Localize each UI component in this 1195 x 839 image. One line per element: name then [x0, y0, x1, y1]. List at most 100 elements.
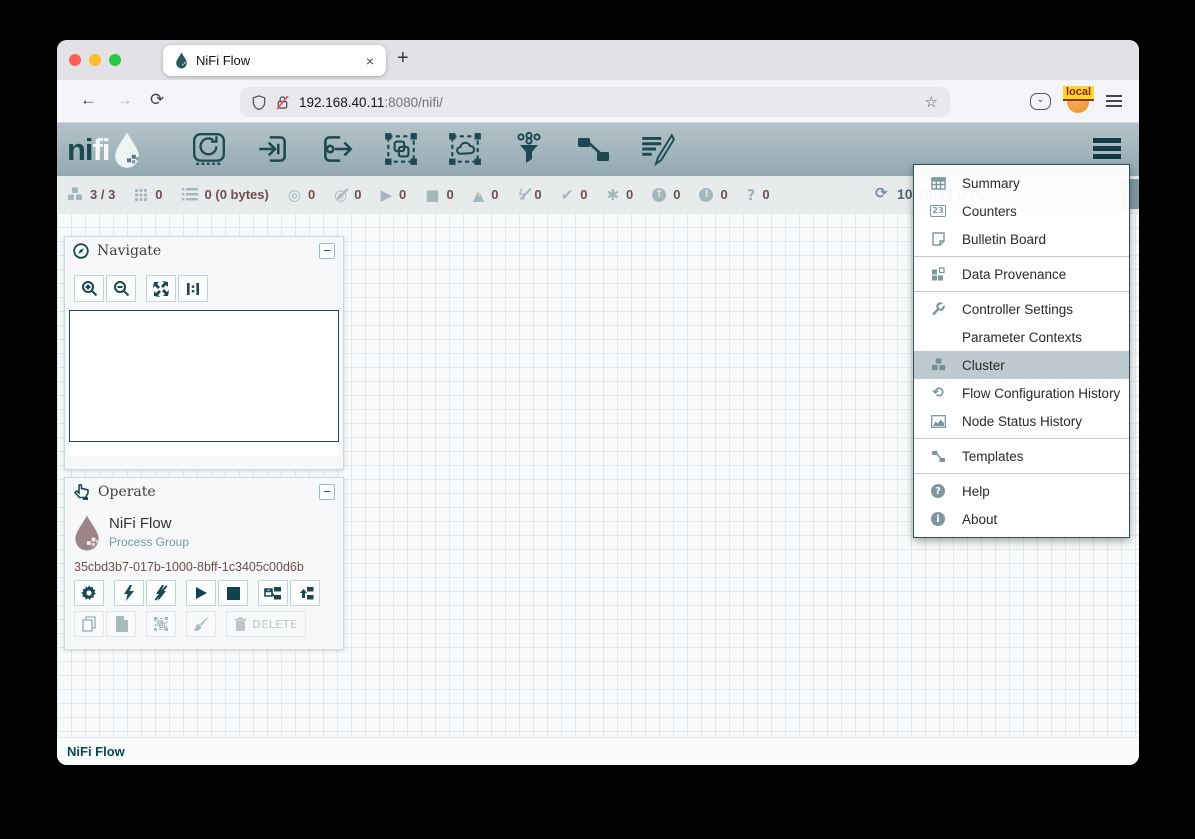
cluster-icon [928, 358, 948, 372]
zoom-fit-button[interactable] [146, 275, 176, 302]
not-transmitting-count: 0 [354, 187, 361, 202]
nifi-logo: nifi [67, 131, 142, 169]
process-group-component[interactable] [382, 130, 420, 168]
running-icon: ▶ [381, 186, 393, 204]
menu-item-help[interactable]: ? Help [914, 477, 1129, 505]
window-close-button[interactable] [69, 54, 81, 66]
window-minimize-button[interactable] [89, 54, 101, 66]
firefox-menu-icon[interactable] [1106, 95, 1122, 111]
tab-close-icon[interactable]: × [366, 53, 374, 69]
navigate-collapse-button[interactable]: − [319, 243, 335, 259]
queued-count: 0 (0 bytes) [205, 187, 269, 202]
selected-flow-id[interactable]: 35cbd3b7-017b-1000-8bff-1c3405c00d6b [74, 560, 304, 574]
url-path: :8080/nifi/ [384, 95, 443, 110]
locally-modified-icon: ✱ [606, 186, 619, 204]
menu-item-templates[interactable]: Templates [914, 442, 1129, 470]
remote-process-group-component[interactable] [446, 130, 484, 168]
browser-tab[interactable]: NiFi Flow × [163, 45, 386, 76]
sync-failure-icon: ? [747, 186, 756, 204]
nifi-global-menu: Summary 23 Counters Bulletin Board Data … [913, 164, 1130, 538]
disabled-icon: ϟ [517, 186, 527, 204]
forward-button: → [116, 90, 133, 110]
about-icon: i [928, 512, 948, 526]
transmitting-count: 0 [308, 187, 315, 202]
label-component[interactable] [638, 130, 676, 168]
operate-collapse-button[interactable]: − [319, 484, 335, 500]
start-button[interactable] [186, 580, 216, 606]
menu-item-node-status-history[interactable]: Node Status History [914, 407, 1129, 435]
data-provenance-icon [928, 267, 948, 281]
browser-window: NiFi Flow × + ← → ⟳ 192.168.40.11 :8080/… [57, 40, 1139, 765]
operate-title: Operate [98, 484, 319, 500]
locally-modified-count: 0 [626, 187, 633, 202]
menu-item-about[interactable]: i About [914, 505, 1129, 533]
upload-template-button[interactable] [290, 580, 320, 606]
zoom-actual-size-button[interactable] [178, 275, 208, 302]
process-group-drop-icon [73, 514, 101, 552]
nifi-favicon-icon [175, 52, 188, 69]
selected-flow-type: Process Group [109, 535, 189, 549]
refresh-icon[interactable]: ⟳ [875, 184, 888, 202]
active-threads-icon [134, 188, 148, 202]
menu-item-data-provenance[interactable]: Data Provenance [914, 260, 1129, 288]
operate-actions-row1 [74, 580, 322, 606]
menu-item-parameter-contexts[interactable]: Parameter Contexts [914, 323, 1129, 351]
reload-button[interactable]: ⟳ [150, 90, 164, 110]
new-tab-button[interactable]: + [397, 47, 409, 70]
browser-navbar: ← → ⟳ 192.168.40.11 :8080/nifi/ ☆ ⌄ loca… [57, 80, 1139, 123]
configure-button[interactable] [74, 580, 104, 606]
bulletin-board-icon [928, 232, 948, 246]
nifi-global-menu-button[interactable] [1093, 138, 1121, 162]
pocket-icon[interactable]: ⌄ [1030, 93, 1051, 110]
bookmark-star-icon[interactable]: ☆ [925, 93, 938, 111]
funnel-component[interactable] [510, 130, 548, 168]
processor-component[interactable] [190, 130, 228, 168]
menu-item-counters[interactable]: 23 Counters [914, 197, 1129, 225]
up-to-date-count: 0 [580, 187, 587, 202]
paste-button [106, 611, 136, 637]
insecure-lock-icon[interactable] [276, 95, 289, 110]
invalid-icon: ▲! [473, 186, 485, 204]
output-port-component[interactable] [318, 130, 356, 168]
breadcrumb-root[interactable]: NiFi Flow [67, 744, 125, 759]
help-icon: ? [928, 484, 948, 498]
cluster-count: 3 / 3 [90, 187, 115, 202]
invalid-count: 0 [491, 187, 498, 202]
save-template-button[interactable] [258, 580, 288, 606]
stopped-icon: ■ [425, 186, 439, 204]
profile-container-label: local [1063, 86, 1094, 101]
disable-button[interactable] [146, 580, 176, 606]
input-port-component[interactable] [254, 130, 292, 168]
shield-icon[interactable] [252, 95, 266, 110]
stop-button[interactable] [218, 580, 248, 606]
component-toolbar [190, 130, 676, 168]
controller-settings-icon [928, 302, 948, 316]
menu-divider [914, 291, 1129, 292]
zoom-in-button[interactable] [74, 275, 104, 302]
menu-divider [914, 473, 1129, 474]
menu-divider [914, 256, 1129, 257]
window-zoom-button[interactable] [109, 54, 121, 66]
menu-item-flow-configuration-history[interactable]: ⟲ Flow Configuration History [914, 379, 1129, 407]
birdseye-map[interactable] [69, 310, 339, 442]
running-count: 0 [399, 187, 406, 202]
breadcrumb-bar: NiFi Flow [57, 737, 1139, 765]
sync-failure-count: 0 [762, 187, 769, 202]
menu-item-bulletin-board[interactable]: Bulletin Board [914, 225, 1129, 253]
delete-button: DELETE [226, 611, 306, 637]
url-host: 192.168.40.11 [299, 95, 384, 110]
zoom-out-button[interactable] [106, 275, 136, 302]
enable-button[interactable] [114, 580, 144, 606]
menu-item-controller-settings[interactable]: Controller Settings [914, 295, 1129, 323]
up-to-date-icon: ✔ [561, 186, 574, 204]
birdseye-strip [69, 442, 339, 456]
menu-item-cluster[interactable]: Cluster [914, 351, 1129, 379]
url-bar[interactable]: 192.168.40.11 :8080/nifi/ ☆ [240, 87, 950, 117]
template-component[interactable] [574, 130, 612, 168]
locally-modified-stale-icon: ! [699, 188, 713, 202]
menu-item-summary[interactable]: Summary [914, 169, 1129, 197]
back-button[interactable]: ← [80, 90, 97, 110]
navigate-title: Navigate [97, 243, 319, 259]
logo-text-ni: ni [67, 132, 93, 168]
copy-button [74, 611, 104, 637]
